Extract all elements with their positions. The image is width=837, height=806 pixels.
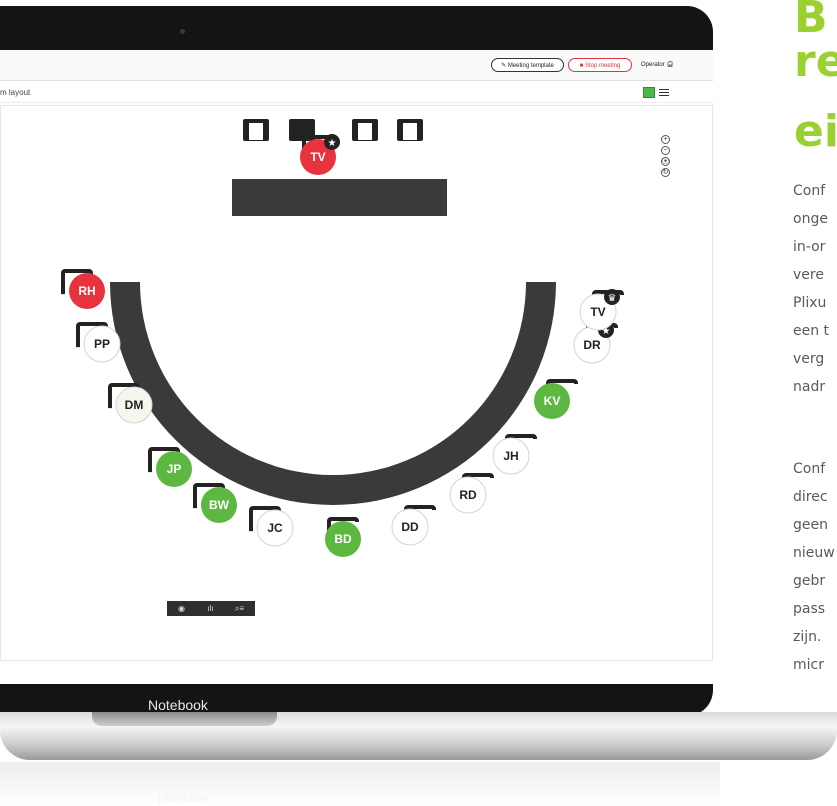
body-text-line: zijn. [793,629,822,645]
body-text-line: vere [793,267,824,283]
seat-initials: BW [209,498,230,512]
webcam [180,29,185,34]
lid-notch [92,712,277,726]
seat-initials: DR [583,338,601,352]
body-text-line: direc [793,489,828,505]
seat[interactable]: KV [534,379,578,419]
seat[interactable]: JC [249,506,294,547]
presidium-chair [397,119,423,141]
app-screen: ✎ Meeting template ■ Stop meeting Operat… [0,50,713,684]
seat[interactable]: RD [449,473,494,514]
reflection [0,762,720,805]
presidium-table [232,179,447,216]
presidium-chair [243,119,269,141]
body-text-line: een t [793,323,830,339]
body-text-line: Conf [793,461,826,477]
seat[interactable]: BD [325,517,361,557]
seat-initials: BD [334,532,352,546]
seat-initials: KV [544,394,561,408]
seat-initials: JP [167,462,182,476]
seat[interactable]: BW [193,483,237,523]
seat-initials: JC [267,521,283,535]
seat[interactable]: RH [61,269,105,309]
seat-initials: TV [310,150,325,164]
seat[interactable]: DM [108,383,153,424]
seat[interactable]: DD [391,505,436,546]
seat-initials: PP [94,337,110,351]
body-text-line: in-or [793,239,826,255]
heading-line: B [794,0,828,43]
seat-initials: DM [125,398,144,412]
seating-diagram: RHPPDMJPBWJCBDDDRDJHKVDR★TV♛TV★ [61,119,624,557]
body-text-line: Plixu [793,295,827,311]
body-text-line: verg [793,351,825,367]
body-text-line: Conf [793,183,826,199]
seat-initials: TV [590,305,605,319]
body-text-line: nadr [793,379,826,395]
presidium-chair [352,119,378,141]
body-text-line: gebr [793,573,826,589]
camera-icon[interactable]: ◉ [167,601,196,616]
seat-initials: DD [401,520,419,534]
body-text-line: nieuw [793,545,835,561]
heading-line: re [794,36,837,87]
seat[interactable]: JH [492,434,537,475]
crown-icon-glyph: ♛ [608,293,617,304]
seat-initials: RH [78,284,95,298]
device-label: Notebook [148,697,208,713]
body-text-line: micr [793,657,824,673]
seat[interactable]: JP [148,447,192,487]
heading-line: ei [794,106,837,157]
seat[interactable]: PP [76,322,121,363]
seat-initials: RD [459,488,477,502]
participants-icon[interactable]: ⌕≡ [225,601,254,616]
body-text-line: onge [793,211,828,227]
stats-icon[interactable]: ılı [196,601,225,616]
body-text-line: geen [793,517,828,533]
seat-initials: JH [503,449,518,463]
reflection-label: Notebook [158,792,210,806]
body-text-line: pass [793,601,826,617]
bottom-toolbar: ◉ ılı ⌕≡ [167,601,255,616]
star-icon-glyph: ★ [328,138,337,149]
presidium [232,119,447,216]
seat[interactable]: TV★ [300,134,340,175]
